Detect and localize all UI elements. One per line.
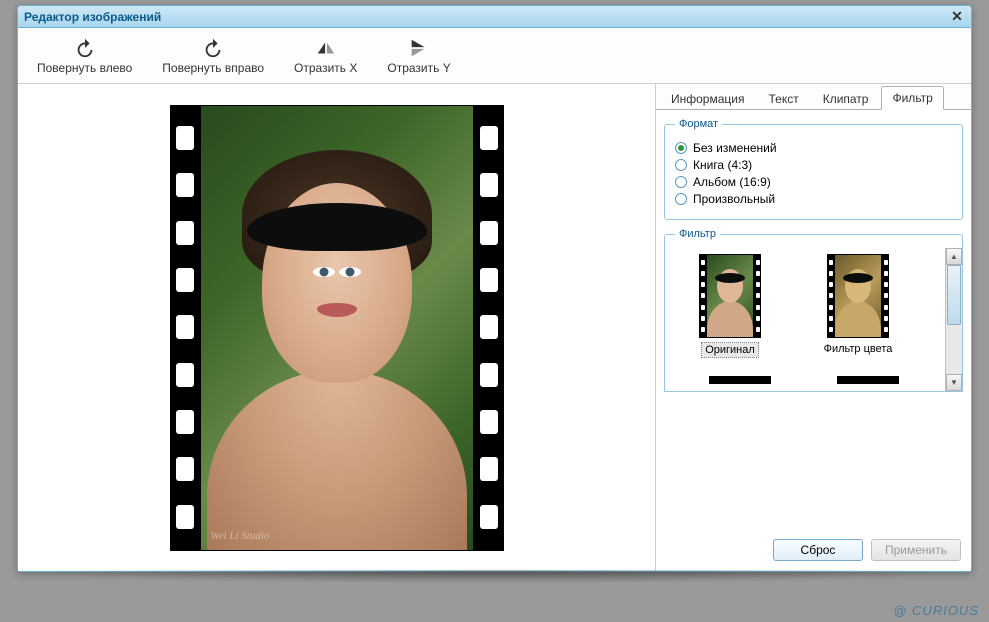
format-option-custom[interactable]: Произвольный <box>675 192 952 206</box>
panel-body: Формат Без изменений Книга (4:3) Альбом … <box>656 110 971 571</box>
format-option-no-change[interactable]: Без изменений <box>675 141 952 155</box>
partial-thumb-row <box>675 376 935 384</box>
tab-bar: Информация Текст Клипатр Фильтр <box>656 84 971 110</box>
flip-vertical-icon <box>407 37 431 59</box>
format-option-album[interactable]: Альбом (16:9) <box>675 175 952 189</box>
footer-credit: @ CURIOUS <box>893 603 979 618</box>
scroll-up-icon[interactable]: ▲ <box>946 248 962 265</box>
watermark: Wei Li Studio <box>211 530 270 542</box>
radio-icon <box>675 176 687 188</box>
window-shadow <box>17 570 972 584</box>
rotate-right-icon <box>201 37 225 59</box>
titlebar: Редактор изображений ✕ <box>18 6 971 28</box>
toolbar: Повернуть влево Повернуть вправо Отразит… <box>18 28 971 84</box>
format-option-label: Альбом (16:9) <box>693 175 771 189</box>
rotate-right-label: Повернуть вправо <box>162 61 264 75</box>
side-panel: Информация Текст Клипатр Фильтр Формат Б… <box>655 84 971 571</box>
reset-button[interactable]: Сброс <box>773 539 863 561</box>
format-legend: Формат <box>675 118 722 130</box>
radio-icon <box>675 142 687 154</box>
radio-icon <box>675 193 687 205</box>
tab-information[interactable]: Информация <box>660 87 755 110</box>
scroll-thumb[interactable] <box>947 265 961 325</box>
flip-x-button[interactable]: Отразить X <box>283 34 368 78</box>
filter-thumb-original[interactable]: Оригинал <box>675 254 785 358</box>
rotate-left-label: Повернуть влево <box>37 61 132 75</box>
close-icon[interactable]: ✕ <box>949 9 965 25</box>
tab-clipart[interactable]: Клипатр <box>812 87 880 110</box>
flip-horizontal-icon <box>314 37 338 59</box>
format-group: Формат Без изменений Книга (4:3) Альбом … <box>664 118 963 220</box>
photo-content: Wei Li Studio <box>201 106 473 550</box>
rotate-left-button[interactable]: Повернуть влево <box>26 34 143 78</box>
thumb-label: Фильтр цвета <box>821 342 896 356</box>
rotate-right-button[interactable]: Повернуть вправо <box>151 34 275 78</box>
format-option-label: Книга (4:3) <box>693 158 752 172</box>
filter-legend: Фильтр <box>675 228 720 240</box>
scroll-down-icon[interactable]: ▼ <box>946 374 962 391</box>
apply-button: Применить <box>871 539 961 561</box>
film-sprockets-right <box>474 105 504 551</box>
filter-thumbnails-area: Оригинал Фильтр цвета <box>664 248 963 392</box>
filter-group: Фильтр Оригинал <box>664 228 963 563</box>
window-title: Редактор изображений <box>24 10 949 24</box>
tab-text[interactable]: Текст <box>757 87 809 110</box>
button-row: Сброс Применить <box>664 535 963 563</box>
filter-scrollbar[interactable]: ▲ ▼ <box>945 248 962 391</box>
format-option-label: Без изменений <box>693 141 777 155</box>
format-option-label: Произвольный <box>693 192 775 206</box>
thumbnail-image <box>699 254 761 338</box>
thumbnail-image <box>827 254 889 338</box>
rotate-left-icon <box>73 37 97 59</box>
image-editor-window: Редактор изображений ✕ Повернуть влево П… <box>17 5 972 572</box>
flip-y-label: Отразить Y <box>387 61 450 75</box>
filter-thumb-color[interactable]: Фильтр цвета <box>803 254 913 358</box>
radio-icon <box>675 159 687 171</box>
flip-x-label: Отразить X <box>294 61 357 75</box>
canvas-area: Wei Li Studio <box>18 84 655 571</box>
thumb-label: Оригинал <box>701 342 759 358</box>
format-option-book[interactable]: Книга (4:3) <box>675 158 952 172</box>
film-sprockets-left <box>170 105 200 551</box>
scroll-track[interactable] <box>946 265 962 374</box>
flip-y-button[interactable]: Отразить Y <box>376 34 461 78</box>
image-preview[interactable]: Wei Li Studio <box>170 105 504 551</box>
tab-filter[interactable]: Фильтр <box>881 86 943 110</box>
content-area: Wei Li Studio Информация Текст Клипатр Ф… <box>18 84 971 571</box>
